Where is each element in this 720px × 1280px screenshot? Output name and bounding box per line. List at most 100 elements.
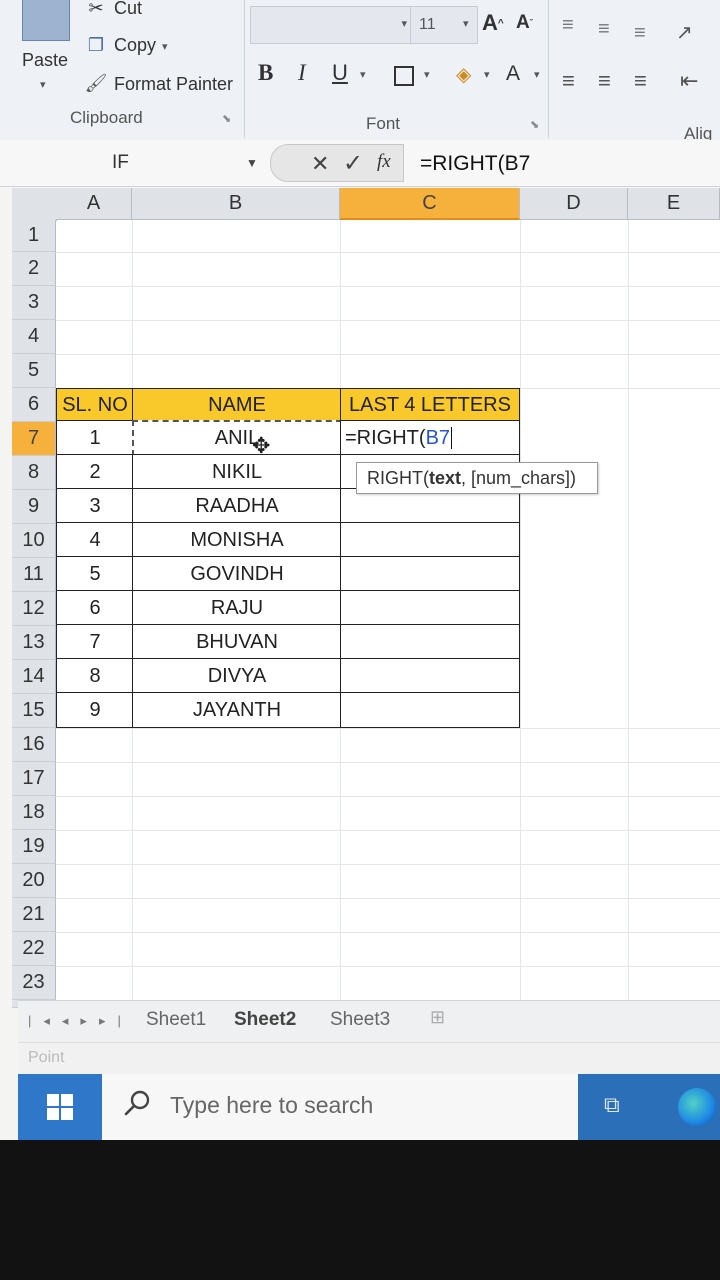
table-cell-sl[interactable]: 1 [56, 420, 134, 456]
worksheet-grid[interactable]: A B C D E 1 2 3 4 5 6 7 8 9 10 11 12 13 … [12, 188, 720, 1008]
row-header[interactable]: 8 [12, 456, 56, 490]
table-header-name[interactable]: NAME [132, 388, 342, 422]
row-header[interactable]: 14 [12, 660, 56, 694]
tooltip-current-arg[interactable]: text [429, 468, 461, 489]
table-cell-name-copied[interactable]: ANIL [132, 420, 342, 456]
row-header[interactable]: 18 [12, 796, 56, 830]
paste-dropdown-icon[interactable]: ▾ [40, 78, 46, 91]
font-color-dropdown-icon[interactable]: ▾ [534, 68, 540, 81]
row-header[interactable]: 22 [12, 932, 56, 966]
table-cell-result[interactable] [340, 522, 520, 558]
row-header[interactable]: 9 [12, 490, 56, 524]
font-dialog-launcher-icon[interactable]: ⬊ [530, 118, 539, 131]
orientation-icon[interactable]: ↗ [676, 20, 693, 45]
paste-icon[interactable] [22, 0, 70, 41]
table-cell-result[interactable] [340, 590, 520, 626]
table-cell-name[interactable]: DIVYA [132, 658, 342, 694]
row-header[interactable]: 4 [12, 320, 56, 354]
font-size-input[interactable]: 11 ▾ [410, 6, 478, 44]
font-dropdown-icon[interactable]: ▾ [401, 17, 407, 30]
grow-font-icon[interactable]: A ^ [482, 10, 504, 36]
table-cell-result[interactable] [340, 658, 520, 694]
row-header[interactable]: 1 [12, 220, 56, 252]
row-header[interactable]: 23 [12, 966, 56, 1000]
align-right-icon[interactable]: ≡ [634, 68, 647, 94]
table-header-sl-no[interactable]: SL. NO [56, 388, 134, 422]
table-cell-name[interactable]: RAADHA [132, 488, 342, 524]
table-cell-result[interactable] [340, 624, 520, 660]
function-tooltip[interactable]: RIGHT(text, [num_chars]) [356, 462, 598, 494]
column-header-c[interactable]: C [340, 188, 520, 220]
paste-button[interactable]: Paste [22, 50, 68, 71]
indent-icon[interactable]: ⇤ [680, 68, 698, 94]
row-header[interactable]: 5 [12, 354, 56, 388]
table-cell-name[interactable]: MONISHA [132, 522, 342, 558]
table-cell-sl[interactable]: 5 [56, 556, 134, 592]
sheet-tab-3[interactable]: Sheet3 [330, 1009, 390, 1031]
italic-button[interactable]: I [298, 60, 306, 86]
column-header-e[interactable]: E [628, 188, 720, 220]
column-header-a[interactable]: A [56, 188, 132, 220]
table-cell-sl[interactable]: 8 [56, 658, 134, 694]
formula-input[interactable]: =RIGHT(B7 [420, 152, 530, 176]
cut-button[interactable]: Cut [114, 0, 142, 19]
sheet-nav-arrows-icon[interactable]: |◂◂▸▸| [28, 1013, 133, 1029]
copy-button[interactable]: Copy [114, 35, 156, 56]
font-color-icon[interactable]: A [506, 62, 520, 86]
row-header[interactable]: 12 [12, 592, 56, 626]
sheet-tab-2[interactable]: Sheet2 [234, 1009, 296, 1031]
font-size-dropdown-icon[interactable]: ▾ [463, 17, 469, 30]
row-header[interactable]: 2 [12, 252, 56, 286]
row-header[interactable]: 10 [12, 524, 56, 558]
table-header-last-4-letters[interactable]: LAST 4 LETTERS [340, 388, 520, 422]
table-cell-name[interactable]: RAJU [132, 590, 342, 626]
insert-function-icon[interactable]: fx [377, 151, 391, 173]
bold-button[interactable]: B [258, 60, 273, 86]
table-cell-sl[interactable]: 3 [56, 488, 134, 524]
insert-sheet-icon[interactable]: ⊞ [430, 1007, 445, 1028]
row-header[interactable]: 3 [12, 286, 56, 320]
table-cell-sl[interactable]: 9 [56, 692, 134, 728]
active-cell-editing[interactable]: =RIGHT(B7 [340, 420, 520, 456]
row-header[interactable]: 11 [12, 558, 56, 592]
dialog-launcher-icon[interactable]: ⬊ [222, 112, 231, 125]
name-box[interactable]: IF ▼ [8, 146, 264, 178]
fill-color-icon[interactable]: ◈ [456, 62, 471, 87]
table-cell-sl[interactable]: 6 [56, 590, 134, 626]
underline-button[interactable]: U [332, 60, 348, 86]
table-cell-sl[interactable]: 4 [56, 522, 134, 558]
fill-color-dropdown-icon[interactable]: ▾ [484, 68, 490, 81]
row-header[interactable]: 15 [12, 694, 56, 728]
name-box-dropdown-icon[interactable]: ▼ [246, 156, 258, 170]
font-name-input[interactable]: ▾ [250, 6, 412, 44]
align-left-icon[interactable]: ≡ [562, 68, 575, 94]
row-header[interactable]: 21 [12, 898, 56, 932]
align-middle-icon[interactable]: ≡ [598, 18, 610, 41]
shrink-font-icon[interactable]: Aˇ [516, 12, 533, 34]
align-bottom-icon[interactable]: ≡ [634, 22, 646, 45]
borders-icon[interactable] [394, 66, 414, 86]
borders-dropdown-icon[interactable]: ▾ [424, 68, 430, 81]
task-view-icon[interactable]: ⧉ [604, 1092, 620, 1118]
table-cell-name[interactable]: JAYANTH [132, 692, 342, 728]
underline-dropdown-icon[interactable]: ▾ [360, 68, 366, 81]
format-painter-button[interactable]: Format Painter [114, 74, 233, 95]
start-button[interactable] [18, 1074, 102, 1140]
align-center-icon[interactable]: ≡ [598, 68, 611, 94]
row-header-active[interactable]: 7 [12, 422, 56, 456]
edge-browser-icon[interactable] [678, 1088, 716, 1126]
row-header[interactable]: 16 [12, 728, 56, 762]
copy-dropdown-icon[interactable]: ▾ [162, 40, 168, 53]
row-header[interactable]: 19 [12, 830, 56, 864]
align-top-icon[interactable]: ≡ [562, 14, 574, 37]
column-header-d[interactable]: D [520, 188, 628, 220]
select-all-button[interactable] [12, 188, 57, 221]
table-cell-result[interactable] [340, 692, 520, 728]
table-cell-name[interactable]: BHUVAN [132, 624, 342, 660]
cancel-icon[interactable]: ✕ [311, 151, 329, 177]
table-cell-result[interactable] [340, 556, 520, 592]
table-cell-name[interactable]: NIKIL [132, 454, 342, 490]
row-header[interactable]: 17 [12, 762, 56, 796]
row-header[interactable]: 13 [12, 626, 56, 660]
row-header[interactable]: 6 [12, 388, 56, 422]
